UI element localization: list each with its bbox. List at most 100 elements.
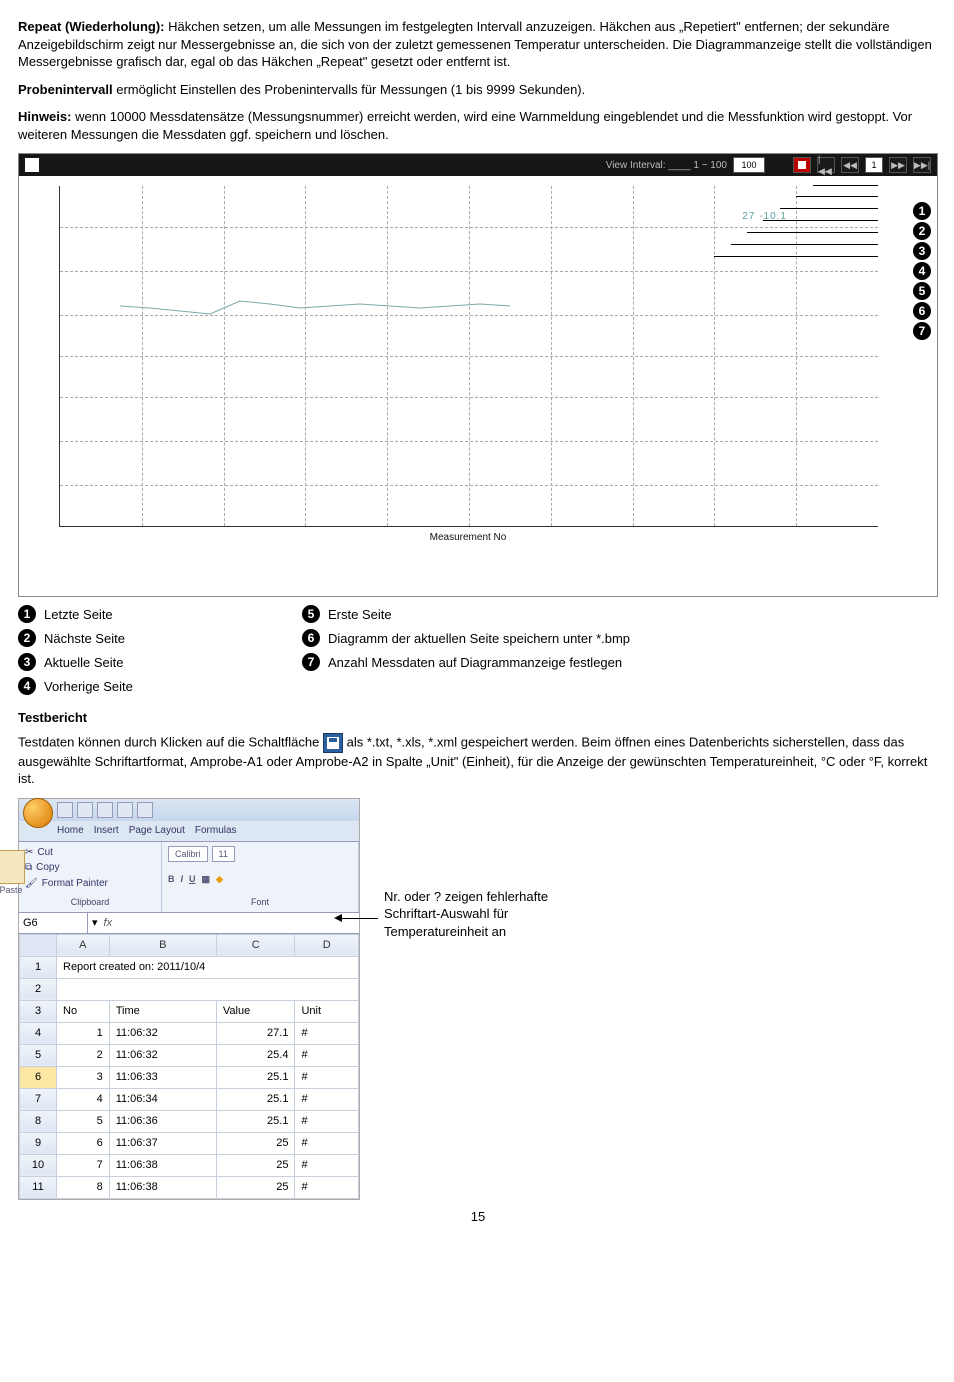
cell-time[interactable]: 11:06:33 bbox=[109, 1066, 216, 1088]
cell-value[interactable]: 25 bbox=[216, 1132, 295, 1154]
cell-no[interactable]: 8 bbox=[57, 1176, 110, 1198]
cell-unit[interactable]: # bbox=[295, 1088, 359, 1110]
legend-row-5: 5Erste Seite bbox=[302, 605, 722, 623]
prev-page-button[interactable]: ◀◀ bbox=[841, 157, 859, 173]
first-page-button[interactable]: |◀◀ bbox=[817, 157, 835, 173]
format-painter-button[interactable]: 🖌Format Painter bbox=[25, 877, 155, 891]
cell-time[interactable]: 11:06:36 bbox=[109, 1110, 216, 1132]
cell-no[interactable]: 1 bbox=[57, 1022, 110, 1044]
callout-l1: Nr. oder ? zeigen fehlerhafte bbox=[384, 888, 548, 906]
hdr-time[interactable]: Time bbox=[109, 1000, 216, 1022]
italic-button[interactable]: I bbox=[181, 873, 184, 885]
row-1-head[interactable]: 1 bbox=[20, 956, 57, 978]
callout-l3: Temperatureinheit an bbox=[384, 923, 548, 941]
cell-time[interactable]: 11:06:38 bbox=[109, 1154, 216, 1176]
ribbon-tabs: Home Insert Page Layout Formulas bbox=[19, 821, 359, 842]
save-chart-button[interactable] bbox=[793, 157, 811, 173]
col-a[interactable]: A bbox=[57, 934, 110, 956]
row-head[interactable]: 4 bbox=[20, 1022, 57, 1044]
row-head[interactable]: 6 bbox=[20, 1066, 57, 1088]
row-3-head[interactable]: 3 bbox=[20, 1000, 57, 1022]
cell-no[interactable]: 5 bbox=[57, 1110, 110, 1132]
cell-time[interactable]: 11:06:32 bbox=[109, 1044, 216, 1066]
excel-block: Home Insert Page Layout Formulas ✂ Cut ⧉C… bbox=[18, 798, 938, 1200]
cell-value[interactable]: 25.4 bbox=[216, 1044, 295, 1066]
hdr-unit[interactable]: Unit bbox=[295, 1000, 359, 1022]
fill-button[interactable]: ◆ bbox=[216, 873, 223, 885]
cell-unit[interactable]: # bbox=[295, 1044, 359, 1066]
cell-no[interactable]: 7 bbox=[57, 1154, 110, 1176]
qat-undo[interactable] bbox=[77, 802, 93, 818]
proben-title: Probenintervall bbox=[18, 82, 113, 97]
paste-button[interactable] bbox=[0, 850, 25, 884]
qat-redo[interactable] bbox=[97, 802, 113, 818]
row-head[interactable]: 10 bbox=[20, 1154, 57, 1176]
last-page-button[interactable]: ▶▶| bbox=[913, 157, 931, 173]
cell-time[interactable]: 11:06:38 bbox=[109, 1176, 216, 1198]
page-number-field[interactable]: 1 bbox=[865, 157, 883, 173]
cell-no[interactable]: 2 bbox=[57, 1044, 110, 1066]
cell-unit[interactable]: # bbox=[295, 1176, 359, 1198]
cell-unit[interactable]: # bbox=[295, 1022, 359, 1044]
cut-label: Cut bbox=[37, 846, 53, 860]
tab-formulas[interactable]: Formulas bbox=[195, 824, 237, 838]
cell-time[interactable]: 11:06:37 bbox=[109, 1132, 216, 1154]
name-box[interactable]: G6 bbox=[19, 913, 88, 933]
scissors-icon: ✂ bbox=[25, 846, 33, 860]
cell-value[interactable]: 25 bbox=[216, 1154, 295, 1176]
copy-button[interactable]: ⧉Copy bbox=[25, 861, 155, 875]
report-created[interactable]: Report created on: 2011/10/4 bbox=[57, 956, 359, 978]
excel-window: Home Insert Page Layout Formulas ✂ Cut ⧉C… bbox=[18, 798, 360, 1200]
cell-value[interactable]: 25 bbox=[216, 1176, 295, 1198]
legend-text-1: Letzte Seite bbox=[44, 606, 113, 624]
cell-value[interactable]: 25.1 bbox=[216, 1088, 295, 1110]
cell-unit[interactable]: # bbox=[295, 1132, 359, 1154]
tab-pagelayout[interactable]: Page Layout bbox=[129, 824, 185, 838]
cell-value[interactable]: 25.1 bbox=[216, 1066, 295, 1088]
cell-time[interactable]: 11:06:32 bbox=[109, 1022, 216, 1044]
font-size-select[interactable]: 11 bbox=[212, 846, 235, 862]
qat-btn-b[interactable] bbox=[137, 802, 153, 818]
qat-btn-a[interactable] bbox=[117, 802, 133, 818]
font-name-select[interactable]: Calibri bbox=[168, 846, 208, 862]
row-head[interactable]: 5 bbox=[20, 1044, 57, 1066]
formula-bar: G6 ▾fx bbox=[19, 913, 359, 934]
cell-unit[interactable]: # bbox=[295, 1110, 359, 1132]
next-page-button[interactable]: ▶▶ bbox=[889, 157, 907, 173]
cell-time[interactable]: 11:06:34 bbox=[109, 1088, 216, 1110]
cell-unit[interactable]: # bbox=[295, 1154, 359, 1176]
legend-row-2: 2Nächste Seite bbox=[18, 629, 278, 647]
underline-button[interactable]: U bbox=[189, 873, 196, 885]
office-button[interactable] bbox=[23, 798, 53, 828]
table-row: 5211:06:3225.4# bbox=[20, 1044, 359, 1066]
table-row: 2 bbox=[20, 978, 359, 1000]
col-b[interactable]: B bbox=[109, 934, 216, 956]
formula-input[interactable]: ▾fx bbox=[88, 913, 359, 933]
row-head[interactable]: 9 bbox=[20, 1132, 57, 1154]
col-d[interactable]: D bbox=[295, 934, 359, 956]
cell-unit[interactable]: # bbox=[295, 1066, 359, 1088]
cut-button[interactable]: ✂ Cut bbox=[25, 846, 155, 860]
legend-row-3: 3Aktuelle Seite bbox=[18, 653, 278, 671]
bold-button[interactable]: B bbox=[168, 873, 175, 885]
row-head[interactable]: 7 bbox=[20, 1088, 57, 1110]
cell-value[interactable]: 27.1 bbox=[216, 1022, 295, 1044]
cell-empty[interactable] bbox=[57, 978, 359, 1000]
count-field[interactable]: 100 bbox=[733, 157, 765, 173]
cell-no[interactable]: 3 bbox=[57, 1066, 110, 1088]
row-head[interactable]: 8 bbox=[20, 1110, 57, 1132]
tab-insert[interactable]: Insert bbox=[94, 824, 119, 838]
hdr-no[interactable]: No bbox=[57, 1000, 110, 1022]
cell-value[interactable]: 25.1 bbox=[216, 1110, 295, 1132]
tab-home[interactable]: Home bbox=[57, 824, 84, 838]
qat-save[interactable] bbox=[57, 802, 73, 818]
legend-num-6: 6 bbox=[302, 629, 320, 647]
select-all[interactable] bbox=[20, 934, 57, 956]
row-2-head[interactable]: 2 bbox=[20, 978, 57, 1000]
col-c[interactable]: C bbox=[216, 934, 295, 956]
hdr-value[interactable]: Value bbox=[216, 1000, 295, 1022]
cell-no[interactable]: 6 bbox=[57, 1132, 110, 1154]
border-button[interactable]: ▦ bbox=[202, 873, 211, 885]
cell-no[interactable]: 4 bbox=[57, 1088, 110, 1110]
row-head[interactable]: 11 bbox=[20, 1176, 57, 1198]
